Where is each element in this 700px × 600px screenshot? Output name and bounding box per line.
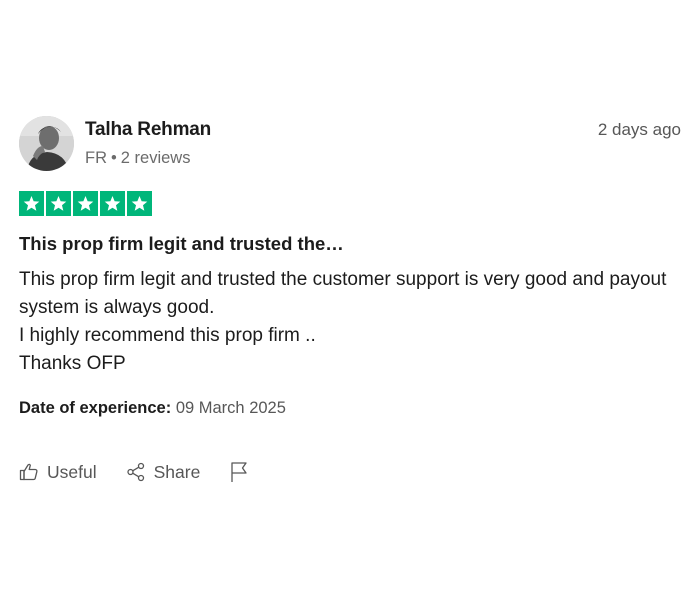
useful-button[interactable]: Useful — [19, 462, 97, 483]
reviewer-name[interactable]: Talha Rehman — [85, 119, 211, 141]
thumbs-up-icon — [19, 462, 39, 482]
review-title[interactable]: This prop firm legit and trusted the… — [19, 233, 344, 255]
meta-separator: • — [111, 149, 117, 167]
flag-icon — [229, 461, 249, 483]
date-of-experience: Date of experience: 09 March 2025 — [19, 399, 286, 418]
star-icon — [73, 191, 98, 216]
review-card: Talha Rehman FR • 2 reviews 2 days ago Thi… — [19, 116, 683, 482]
review-actions: Useful Share — [19, 460, 249, 484]
avatar[interactable] — [19, 116, 74, 171]
experience-label: Date of experience: — [19, 399, 172, 417]
experience-date: 09 March 2025 — [175, 399, 286, 417]
share-icon — [126, 462, 146, 482]
star-rating — [19, 191, 152, 216]
reviewer-country: FR — [85, 149, 107, 167]
star-icon — [46, 191, 71, 216]
reviewer-meta: FR • 2 reviews — [85, 149, 190, 168]
useful-label: Useful — [47, 461, 97, 482]
review-body-line: Thanks OFP — [19, 353, 126, 374]
star-icon — [19, 191, 44, 216]
review-body: This prop firm legit and trusted the cus… — [19, 266, 683, 378]
review-body-line: This prop firm legit and trusted the cus… — [19, 269, 667, 318]
review-date: 2 days ago — [597, 120, 681, 139]
share-label: Share — [153, 461, 201, 482]
review-body-line: I highly recommend this prop firm .. — [19, 325, 316, 346]
review-header: Talha Rehman FR • 2 reviews 2 days ago — [19, 116, 683, 172]
report-button[interactable] — [229, 461, 249, 483]
share-button[interactable]: Share — [126, 461, 201, 483]
reviewer-review-count: 2 reviews — [120, 149, 191, 167]
star-icon — [127, 191, 152, 216]
star-icon — [100, 191, 125, 216]
